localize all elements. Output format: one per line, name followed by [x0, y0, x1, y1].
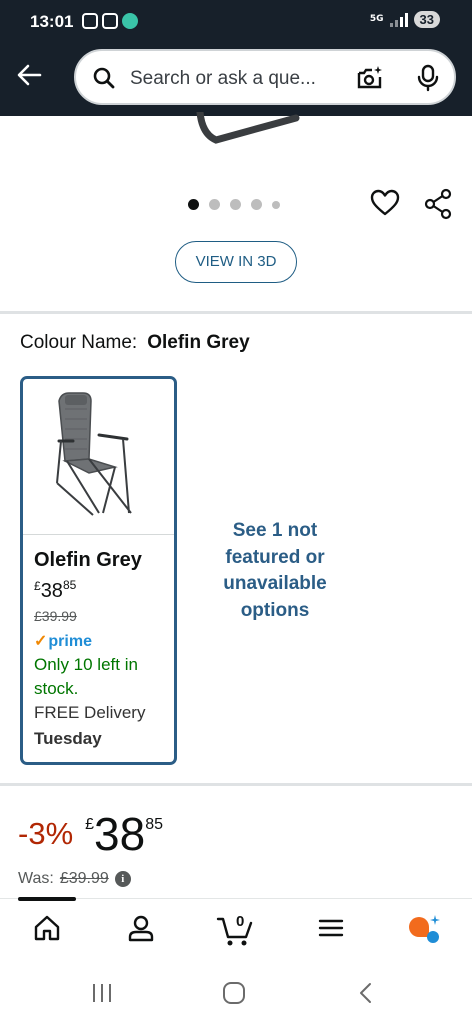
notification-icons [82, 13, 138, 29]
was-price: £39.99 [59, 870, 109, 887]
see-more-options-link[interactable]: See 1 not featured or unavailable option… [200, 518, 350, 624]
colour-label-text: Colour Name: [20, 332, 138, 353]
battery-level: 33 [413, 11, 440, 28]
price-fraction: 85 [145, 816, 164, 833]
swatch-name: Olefin Grey [34, 549, 142, 571]
stock-status: Only 10 left in stock. [34, 655, 138, 698]
was-price-row: Was: £39.99 i [18, 870, 131, 888]
price-currency: £ [85, 816, 95, 833]
delivery-label: FREE Delivery [34, 703, 146, 722]
rufus-assistant-icon[interactable] [405, 913, 441, 945]
active-tab-indicator [18, 897, 76, 901]
current-price: £ 38 85 [85, 808, 163, 860]
menu-icon[interactable] [316, 913, 346, 943]
carousel-dot[interactable] [209, 199, 220, 210]
search-input[interactable]: Search or ask a que... [130, 68, 316, 90]
signal-icon [389, 12, 408, 27]
microphone-icon[interactable] [416, 64, 440, 92]
was-label: Was: [18, 870, 54, 887]
search-icon [93, 67, 115, 89]
info-icon[interactable]: i [114, 871, 131, 887]
system-nav-bar [0, 964, 472, 1024]
product-image[interactable] [196, 112, 306, 152]
chair-thumbnail [56, 392, 132, 516]
swatch-was-price: £39.99 [34, 608, 77, 624]
carousel-dot[interactable] [188, 199, 199, 210]
swatch-price: £3885 [34, 578, 76, 603]
recent-apps-icon[interactable] [90, 982, 114, 1004]
status-right: 5G 33 [370, 11, 440, 28]
swatch-price-fraction: 85 [62, 578, 77, 592]
app-header: 13:01 5G 33 Search or ask a que... [0, 0, 472, 116]
image-carousel-dots[interactable] [188, 199, 280, 210]
discount-percent: -3% [18, 816, 74, 851]
price-whole: 38 [94, 808, 146, 860]
prime-check-icon: ✓ [34, 633, 48, 650]
system-back-icon[interactable] [356, 982, 376, 1004]
section-divider [0, 311, 472, 314]
home-button-icon[interactable] [222, 982, 246, 1004]
carousel-dot[interactable] [230, 199, 241, 210]
price-block: -3% £ 38 85 [18, 808, 163, 860]
card-icon [102, 13, 118, 29]
network-label: 5G [369, 14, 384, 24]
heart-icon[interactable] [370, 189, 400, 217]
swatch-currency: £ [34, 579, 41, 593]
bottom-nav: 0 [0, 897, 472, 964]
carousel-dot[interactable] [251, 199, 262, 210]
back-arrow-icon[interactable] [14, 60, 44, 90]
swatch-price-whole: 38 [40, 580, 63, 602]
section-divider [0, 783, 472, 786]
home-icon[interactable] [32, 913, 62, 943]
prime-badge: ✓prime [34, 631, 92, 651]
swatch-image [23, 379, 174, 535]
colour-label: Colour Name: Olefin Grey [20, 332, 250, 354]
delivery-day: Tuesday [34, 729, 102, 748]
carousel-dot[interactable] [272, 200, 280, 209]
camera-search-icon[interactable] [356, 64, 384, 92]
colour-selected-name: Olefin Grey [147, 332, 250, 353]
cart-count: 0 [236, 913, 245, 930]
account-icon[interactable] [126, 913, 156, 943]
status-time: 13:01 [30, 12, 74, 31]
screenshot-icon [82, 13, 98, 29]
colour-swatch-card[interactable]: Olefin Grey £3885 £39.99 ✓prime Only 10 … [20, 376, 177, 765]
cart-icon[interactable] [216, 913, 254, 947]
app-notification-icon [122, 13, 138, 29]
share-icon[interactable] [422, 188, 454, 220]
prime-label: prime [48, 633, 92, 650]
search-bar[interactable]: Search or ask a que... [74, 49, 456, 105]
view-in-3d-button[interactable]: VIEW IN 3D [175, 241, 297, 283]
status-bar: 13:01 5G 33 [0, 0, 472, 44]
